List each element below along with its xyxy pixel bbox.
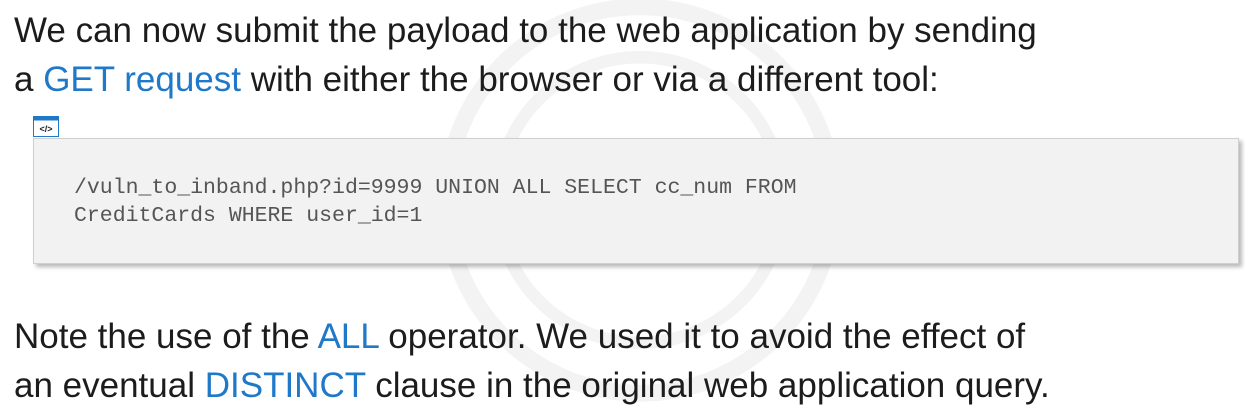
- note-line-2-after: clause in the original web application q…: [365, 366, 1050, 405]
- slide: We can now submit the payload to the web…: [0, 0, 1245, 418]
- note-line-1-after: operator. We used it to avoid the effect…: [378, 317, 1026, 356]
- intro-line-1: We can now submit the payload to the web…: [14, 11, 1037, 50]
- distinct-highlight: DISTINCT: [204, 366, 366, 405]
- code-line-2: CreditCards WHERE user_id=1: [74, 204, 423, 228]
- intro-line-2-end: with either the browser or via a differe…: [240, 60, 939, 99]
- note-line-2-before: an eventual: [14, 366, 205, 405]
- code-box: /vuln_to_inband.php?id=9999 UNION ALL SE…: [33, 138, 1239, 264]
- get-request-highlight: GET request: [43, 60, 241, 99]
- note-line-1-before: Note the use of the: [14, 317, 318, 356]
- note-paragraph: Note the use of the ALL operator. We use…: [14, 312, 1050, 410]
- intro-line-2-start: a: [14, 60, 44, 99]
- code-line-1: /vuln_to_inband.php?id=9999 UNION ALL SE…: [74, 176, 797, 200]
- code-block: /vuln_to_inband.php?id=9999 UNION ALL SE…: [33, 138, 1239, 266]
- code-icon: </>: [33, 116, 59, 137]
- all-operator-highlight: ALL: [317, 317, 379, 356]
- svg-text:</>: </>: [39, 124, 52, 134]
- code-text: /vuln_to_inband.php?id=9999 UNION ALL SE…: [74, 174, 797, 230]
- intro-paragraph: We can now submit the payload to the web…: [14, 6, 1037, 104]
